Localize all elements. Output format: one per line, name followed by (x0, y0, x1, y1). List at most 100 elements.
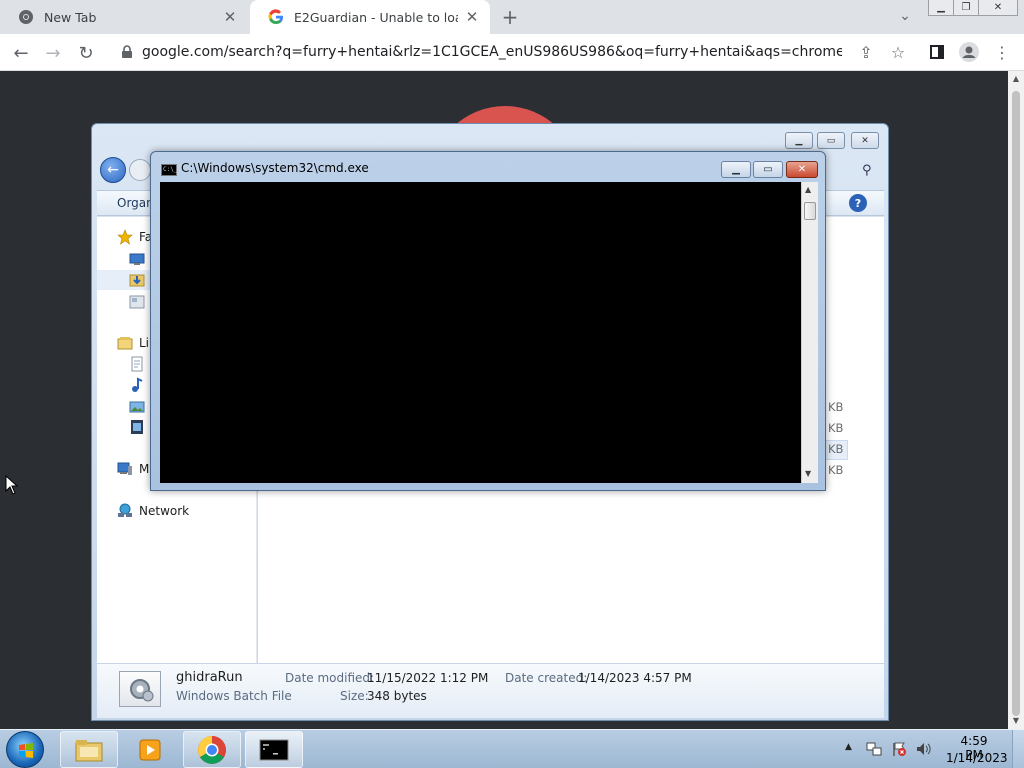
date-modified-label: Date modified: (285, 671, 375, 685)
scroll-down-arrow-icon[interactable]: ▼ (1011, 716, 1021, 725)
new-tab-plus-icon[interactable]: + (498, 5, 522, 29)
nav-item-libraries[interactable]: Li (117, 335, 149, 351)
cmd-icon (259, 739, 289, 760)
desktop-icon (129, 253, 145, 265)
scrollbar-thumb[interactable] (804, 202, 816, 220)
tab-new-tab[interactable]: New Tab ✕ (0, 0, 248, 34)
profile-icon[interactable] (958, 41, 980, 63)
page-scrollbar[interactable]: ▲ ▼ (1008, 71, 1024, 729)
network-tray-icon[interactable] (866, 741, 882, 757)
windows-flag-icon (19, 743, 33, 758)
browser-tab-strip: New Tab ✕ E2Guardian - Unable to load we… (0, 0, 1024, 34)
chrome-icon (198, 735, 226, 764)
file-size-unit: KB (828, 463, 844, 477)
nav-item-desktop[interactable] (129, 251, 151, 267)
size-label: Size: (340, 689, 369, 703)
nav-item-computer[interactable]: M (117, 461, 149, 477)
taskbar-explorer-button[interactable] (60, 731, 118, 768)
lock-icon[interactable] (120, 45, 134, 59)
taskbar-chrome-button[interactable] (183, 731, 241, 768)
cmd-maximize-button[interactable]: ▭ (753, 161, 783, 178)
scroll-up-arrow-icon[interactable]: ▲ (1011, 74, 1021, 83)
details-pane: ghidraRun Windows Batch File Date modifi… (97, 663, 884, 718)
cmd-minimize-button[interactable]: ▁ (721, 161, 751, 178)
explorer-close-button[interactable]: ✕ (851, 132, 879, 149)
recent-places-icon (129, 295, 145, 309)
batch-file-gear-icon (119, 671, 161, 707)
restore-window-button[interactable]: ❐ (953, 0, 979, 16)
help-icon[interactable]: ? (849, 194, 867, 212)
mouse-pointer-icon (5, 475, 19, 495)
file-size-unit: KB (828, 442, 844, 456)
explorer-back-icon[interactable]: ← (100, 157, 126, 183)
tab-title: E2Guardian - Unable to load web (294, 9, 458, 25)
star-icon (117, 229, 133, 245)
scroll-up-arrow-icon[interactable]: ▲ (805, 185, 811, 194)
forward-arrow-icon[interactable]: → (40, 40, 66, 66)
cmd-window-title: C:\Windows\system32\cmd.exe (181, 161, 369, 175)
close-tab-icon[interactable]: ✕ (464, 8, 480, 26)
taskbar-cmd-button[interactable] (245, 731, 303, 768)
cmd-close-button[interactable]: ✕ (786, 161, 818, 178)
nav-item-music[interactable] (129, 377, 151, 393)
date-modified-value: 11/15/2022 1:12 PM (367, 671, 489, 685)
network-icon (118, 503, 132, 517)
nav-item-recent-places[interactable] (129, 294, 151, 310)
clock-date[interactable]: 1/14/2023 (946, 751, 1008, 765)
explorer-minimize-button[interactable]: ▁ (785, 132, 813, 149)
media-player-icon (139, 739, 161, 760)
libraries-icon (117, 337, 133, 350)
action-center-flag-icon[interactable] (891, 741, 907, 757)
search-icon[interactable]: ⚲ (862, 163, 872, 178)
nav-item-videos[interactable] (129, 419, 151, 435)
nav-item-favorites[interactable]: Fa (117, 229, 152, 245)
share-icon[interactable]: ⇪ (855, 41, 877, 63)
reload-icon[interactable]: ↻ (73, 40, 99, 66)
minimize-window-button[interactable]: ▁ (928, 0, 954, 16)
file-name: ghidraRun (176, 670, 243, 685)
browser-toolbar: ← → ↻ google.com/search?q=furry+hentai&r… (0, 34, 1024, 71)
documents-icon (131, 356, 143, 372)
cmd-window: C:\_ C:\Windows\system32\cmd.exe ▁ ▭ ✕ ▲… (150, 151, 826, 491)
close-tab-icon[interactable]: ✕ (222, 8, 238, 26)
file-size-unit: KB (828, 400, 844, 414)
taskbar-media-player-button[interactable] (121, 731, 179, 768)
file-size-unit: KB (828, 421, 844, 435)
nav-item-pictures[interactable] (129, 399, 151, 415)
side-panel-icon[interactable] (926, 41, 948, 63)
url-text: google.com/search?q=furry+hentai&rlz=1C1… (142, 44, 842, 60)
explorer-maximize-button[interactable]: ▭ (817, 132, 845, 149)
pictures-icon (129, 401, 145, 413)
downloads-icon (129, 274, 145, 287)
show-desktop-button[interactable] (1012, 730, 1024, 768)
nav-item-documents[interactable] (129, 356, 151, 372)
cmd-icon: C:\_ (161, 164, 177, 176)
folder-icon (75, 739, 103, 761)
tab-title: New Tab (44, 9, 97, 25)
console-output-area[interactable] (160, 182, 801, 483)
explorer-forward-icon[interactable] (129, 159, 151, 181)
star-icon[interactable]: ☆ (887, 41, 909, 63)
videos-icon (131, 420, 143, 434)
kebab-menu-icon[interactable]: ⋮ (991, 41, 1013, 63)
google-favicon-icon (268, 9, 283, 25)
start-button[interactable] (6, 731, 44, 768)
scrollbar-thumb[interactable] (1012, 91, 1020, 716)
file-type: Windows Batch File (176, 689, 292, 703)
organize-button[interactable]: Organ (117, 196, 154, 210)
chrome-favicon-icon (19, 10, 33, 24)
scroll-down-arrow-icon[interactable]: ▼ (805, 469, 811, 478)
show-hidden-icons-chevron-icon[interactable]: ▲ (845, 742, 852, 752)
volume-icon[interactable] (915, 741, 931, 757)
date-created-value: 1/14/2023 4:57 PM (578, 671, 692, 685)
address-bar[interactable]: google.com/search?q=furry+hentai&rlz=1C1… (108, 37, 888, 67)
back-arrow-icon[interactable]: ← (8, 40, 34, 66)
size-value: 348 bytes (367, 689, 427, 703)
music-icon (132, 377, 143, 392)
nav-item-network[interactable]: Network (117, 503, 189, 519)
close-window-button[interactable]: ✕ (978, 0, 1018, 16)
console-scrollbar[interactable]: ▲ ▼ (801, 182, 818, 483)
tab-search-chevron-icon[interactable]: ⌄ (895, 8, 915, 26)
tab-e2guardian[interactable]: E2Guardian - Unable to load web ✕ (250, 0, 490, 34)
date-created-label: Date created: (505, 671, 588, 685)
